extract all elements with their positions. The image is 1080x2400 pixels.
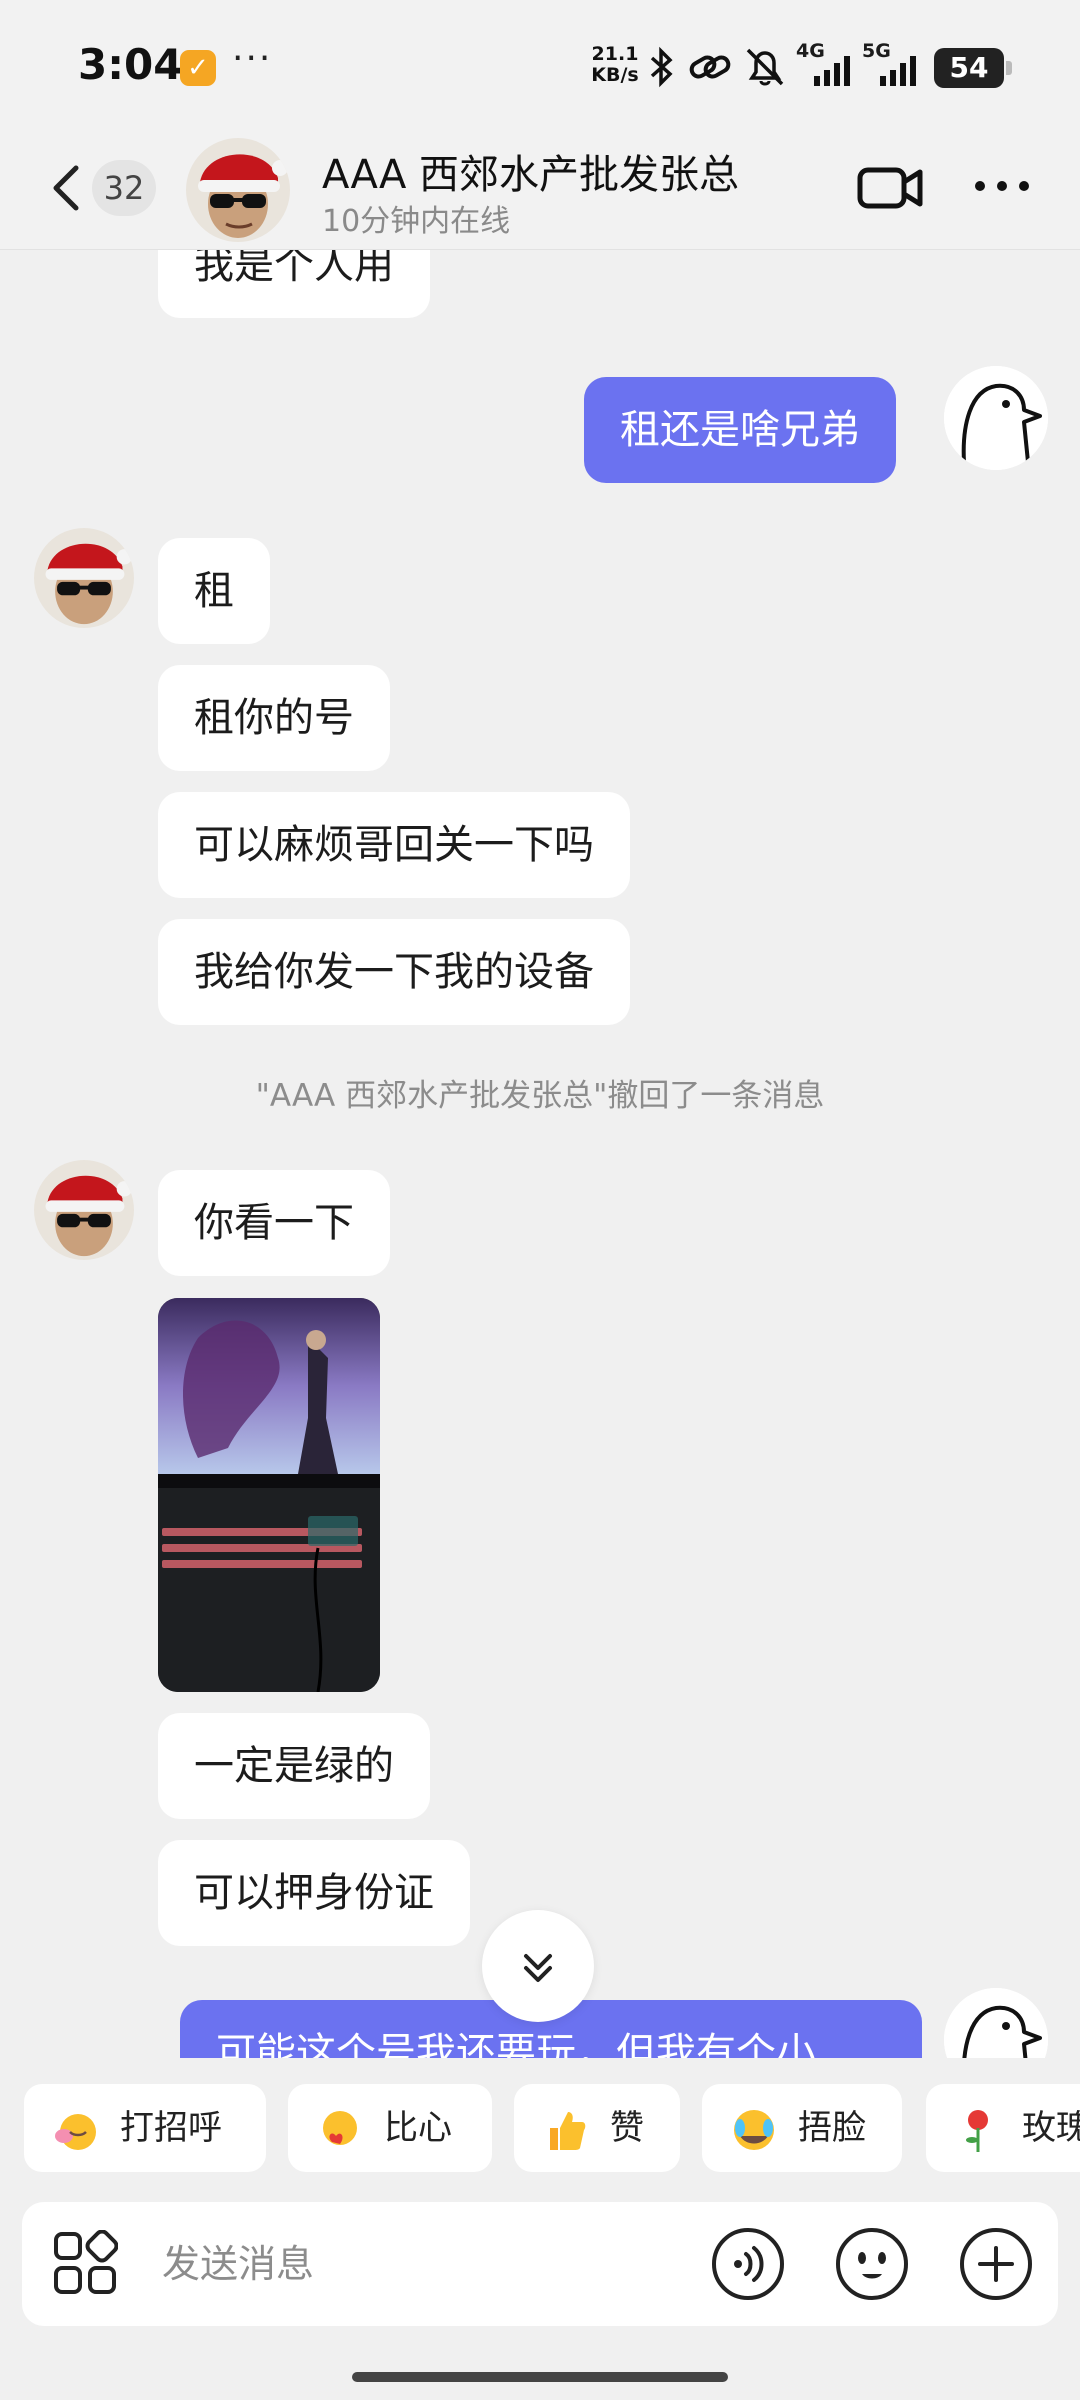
message-input[interactable] — [162, 2226, 682, 2302]
network-speed: 21.1 KB/s — [591, 43, 639, 86]
message-bubble-received[interactable]: 你看一下 — [158, 1170, 390, 1276]
contact-avatar-image — [34, 528, 134, 628]
message-bubble-received[interactable]: 一定是绿的 — [158, 1713, 430, 1819]
message-bubble-received[interactable]: 租你的号 — [158, 665, 390, 771]
contact-avatar-image — [34, 1160, 134, 1260]
battery-icon: 54 — [934, 48, 1012, 88]
message-input-bar — [22, 2202, 1058, 2326]
penguin-avatar-icon — [944, 1988, 1048, 2058]
more-notifications-icon: ··· — [232, 38, 273, 79]
emoji-icon[interactable] — [834, 2226, 910, 2302]
apps-grid-icon[interactable] — [52, 2230, 118, 2296]
heart-hands-emoji-icon — [323, 2111, 357, 2145]
more-options-icon[interactable] — [970, 166, 1034, 206]
message-bubble-sent[interactable]: 租还是啥兄弟 — [584, 377, 896, 483]
home-indicator[interactable] — [352, 2372, 728, 2382]
online-status: 10分钟内在线 — [322, 204, 511, 239]
message-bubble-received[interactable]: 可以押身份证 — [158, 1840, 470, 1946]
self-avatar[interactable] — [944, 1988, 1048, 2058]
thumbs-up-emoji-icon — [550, 2112, 586, 2150]
quick-reply-heart[interactable]: 比心 — [288, 2084, 492, 2172]
video-call-icon[interactable] — [856, 160, 926, 216]
back-arrow-icon[interactable] — [46, 162, 86, 214]
voice-input-icon[interactable] — [710, 2226, 786, 2302]
message-bubble-received[interactable]: 我是个人用 — [158, 250, 430, 318]
contact-avatar[interactable] — [34, 528, 134, 628]
bluetooth-icon — [650, 46, 673, 88]
quick-reply-wave[interactable]: 打招呼 — [24, 2084, 266, 2172]
rose-emoji-icon — [966, 2110, 988, 2152]
image-message[interactable] — [158, 1298, 380, 1692]
quick-reply-like[interactable]: 赞 — [514, 2084, 680, 2172]
wave-emoji-icon — [55, 2114, 96, 2150]
quick-reply-bar[interactable]: 打招呼 比心 赞 捂脸 玫瑰 — [0, 2058, 1080, 2186]
link-icon — [689, 55, 731, 79]
contact-name[interactable]: AAA 西郊水产批发张总 — [322, 142, 739, 200]
contact-avatar-image — [186, 138, 290, 242]
message-bubble-received[interactable]: 租 — [158, 538, 270, 644]
app-notification-icon: ✓ — [180, 50, 216, 86]
facepalm-emoji-icon — [734, 2110, 774, 2150]
message-list[interactable]: 我是个人用 租还是啥兄弟 租 租你的号 可以麻烦哥回关一下吗 我给你发一下我的设… — [0, 250, 1080, 2058]
recall-notice: "AAA 西郊水产批发张总"撤回了一条消息 — [255, 1078, 825, 1114]
contact-avatar[interactable] — [34, 1160, 134, 1260]
signal-strength-icon — [814, 56, 850, 86]
status-time: 3:04 — [78, 40, 183, 89]
scroll-to-bottom-button[interactable] — [482, 1910, 594, 2022]
device-photo — [158, 1298, 380, 1692]
self-avatar[interactable] — [944, 366, 1048, 470]
signal-strength-icon — [880, 56, 916, 86]
double-chevron-down-icon — [524, 1954, 552, 1982]
message-bubble-received[interactable]: 我给你发一下我的设备 — [158, 919, 630, 1025]
unread-count-badge[interactable]: 32 — [92, 160, 156, 216]
penguin-avatar-icon — [944, 366, 1048, 470]
mute-bell-icon — [746, 48, 784, 86]
quick-reply-rose[interactable]: 玫瑰 — [926, 2084, 1080, 2172]
chat-header: 32 AAA 西郊水产批发张总 10分钟内在线 — [0, 130, 1080, 250]
message-bubble-received[interactable]: 可以麻烦哥回关一下吗 — [158, 792, 630, 898]
status-bar: 3:04 ✓ ··· 21.1 KB/s 4G 5G 54 — [0, 0, 1080, 130]
plus-icon[interactable] — [958, 2226, 1034, 2302]
contact-avatar[interactable] — [186, 138, 290, 242]
quick-reply-facepalm[interactable]: 捂脸 — [702, 2084, 902, 2172]
